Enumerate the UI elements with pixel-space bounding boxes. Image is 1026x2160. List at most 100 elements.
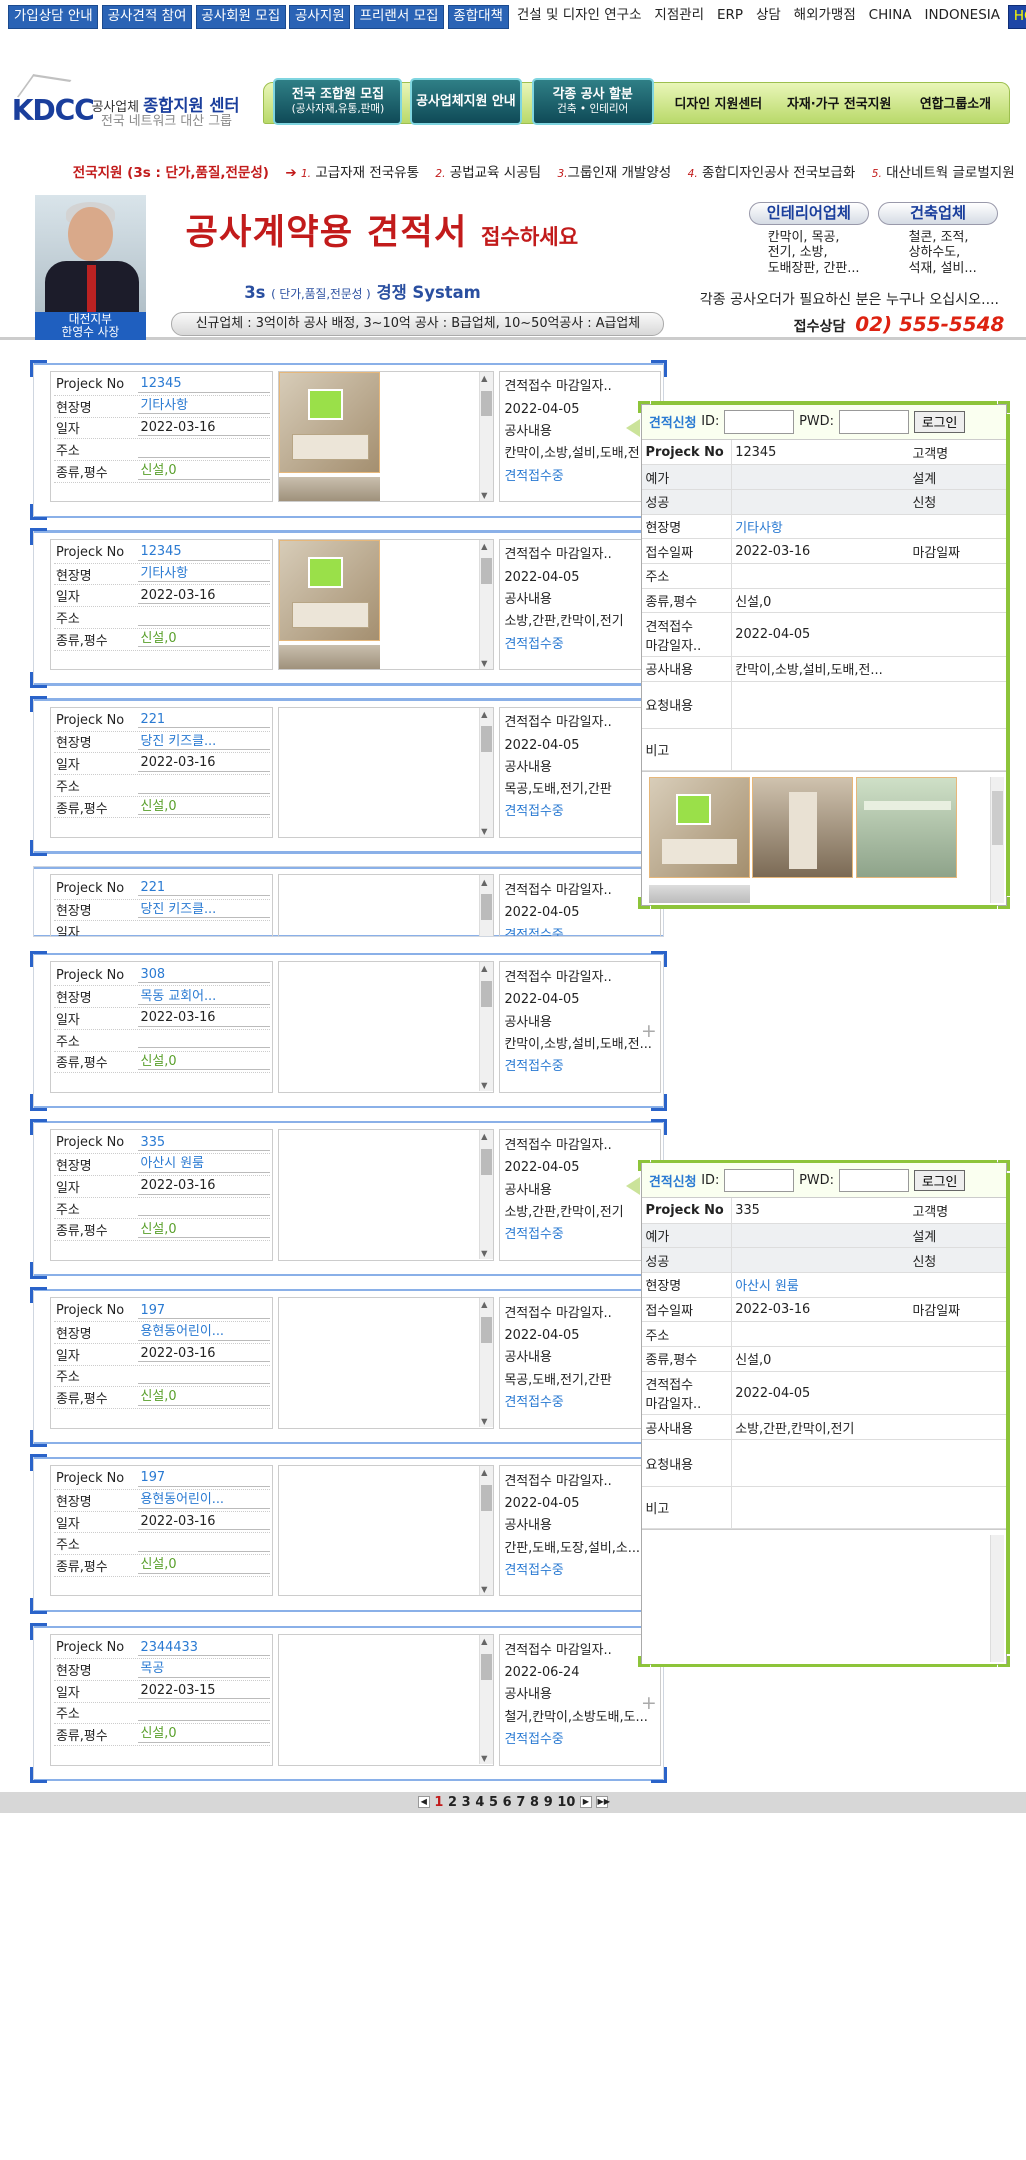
consult-phone[interactable]: 접수상담 02) 555-5548 <box>794 312 1005 336</box>
status-link[interactable]: 견적접수중 <box>504 1560 655 1582</box>
tab-construction-split[interactable]: 각종 공사 할분 건축 • 인테리어 <box>531 78 654 126</box>
card-gallery[interactable]: ▲▼ <box>278 538 495 671</box>
construction-company-button[interactable]: 건축업체 <box>878 201 998 226</box>
status-link[interactable]: 견적접수중 <box>504 466 655 488</box>
pwd-input[interactable] <box>838 1168 910 1193</box>
gallery-scrollbar[interactable]: ▲▼ <box>478 1298 494 1428</box>
v-site[interactable]: 기타사항 <box>731 514 1007 540</box>
card-gallery[interactable]: ▲▼ <box>278 1129 495 1261</box>
proj-no-value[interactable]: 12345 <box>138 544 270 561</box>
site-value[interactable]: 목동 교회어... <box>138 989 270 1005</box>
support-item-5[interactable]: 5. 대산네트웍 글로벌지원 <box>872 161 1015 181</box>
nav-freelancer[interactable]: 프리랜서 모집 <box>353 4 445 29</box>
estimate-apply-label[interactable]: 견적신청 <box>649 412 697 431</box>
interior-thumbnail[interactable] <box>279 539 380 641</box>
gallery-scrollbar[interactable]: ▲▼ <box>478 707 494 837</box>
pwd-input[interactable] <box>838 410 910 434</box>
popup-gallery[interactable] <box>642 770 1007 910</box>
tab-company-support[interactable]: 공사업체지원 안내 <box>409 78 523 126</box>
estimate-card[interactable]: Projeck No 197 현장명 용현동어린이... 일자 2022-03-16 … <box>30 1286 667 1447</box>
nav-erp[interactable]: ERP <box>712 5 747 29</box>
card-gallery[interactable]: ▲▼ <box>278 370 495 503</box>
site-value[interactable]: 목공 <box>138 1661 270 1678</box>
estimate-card[interactable]: Projeck No 197 현장명 용현동어린이... 일자 2022-03-16 … <box>30 1454 667 1615</box>
status-link[interactable]: 견적접수중 <box>504 801 655 823</box>
card-gallery[interactable]: ▲▼ <box>278 961 495 1093</box>
interior-image[interactable] <box>752 776 854 878</box>
tab-design-center[interactable]: 디자인 지원센터 <box>663 83 773 125</box>
interior-image[interactable] <box>855 776 957 878</box>
estimate-card[interactable]: Projeck No 12345 현장명 기타사항 일자 2022-03-16 주소 … <box>30 360 667 521</box>
estimate-card[interactable]: Projeck No 12345 현장명 기타사항 일자 2022-03-16 주소 … <box>30 528 667 689</box>
site-value[interactable]: 당진 키즈클... <box>138 902 270 919</box>
first-page-icon[interactable]: ◀ <box>417 1796 430 1808</box>
nav-measures[interactable]: 종합대책 <box>447 4 509 29</box>
nav-support[interactable]: 공사지원 <box>289 4 351 29</box>
page-number[interactable]: 2 <box>448 1795 457 1810</box>
interior-thumbnail[interactable] <box>279 645 380 670</box>
card-gallery[interactable]: ▲▼ <box>278 1634 495 1766</box>
site-value[interactable]: 용현동어린이... <box>138 1324 270 1341</box>
page-number[interactable]: 9 <box>544 1795 553 1810</box>
nav-home[interactable]: HOME <box>1008 4 1026 29</box>
site-value[interactable]: 기타사항 <box>138 566 270 583</box>
support-item-3[interactable]: 3.그룹인재 개발양성 <box>557 161 671 181</box>
estimate-card[interactable]: Projeck No 2344433 현장명 목공 일자 2022-03-15 주소 … <box>30 1623 667 1784</box>
site-value[interactable]: 아산시 원룸 <box>138 1156 270 1173</box>
interior-company-button[interactable]: 인테리어업체 <box>749 201 869 226</box>
page-number[interactable]: 7 <box>516 1795 525 1810</box>
card-gallery[interactable]: ▲▼ <box>278 1297 495 1429</box>
site-value[interactable]: 기타사항 <box>138 398 270 415</box>
nav-consult[interactable]: 상담 <box>751 5 785 29</box>
popup-gallery-scrollbar[interactable] <box>989 1535 1004 1662</box>
id-input[interactable] <box>724 1168 795 1193</box>
status-link[interactable]: 견적접수중 <box>504 634 655 656</box>
gallery-scrollbar[interactable]: ▲▼ <box>478 539 494 669</box>
status-link[interactable]: 견적접수중 <box>504 925 655 936</box>
status-link[interactable]: 견적접수중 <box>504 1056 655 1078</box>
status-link[interactable]: 견적접수중 <box>504 1392 655 1414</box>
status-link[interactable]: 견적접수중 <box>504 1224 655 1246</box>
support-item-1[interactable]: ➔ 1. 고급자재 전국유통 <box>285 161 419 181</box>
site-value[interactable]: 당진 키즈클... <box>138 734 270 751</box>
expand-plus-icon[interactable]: + <box>641 1021 657 1042</box>
estimate-card[interactable]: Projeck No 335 현장명 아산시 원룸 일자 2022-03-16 주소 … <box>30 1118 667 1279</box>
gallery-scrollbar[interactable]: ▲▼ <box>478 1465 494 1596</box>
proj-no-value[interactable]: 2344433 <box>138 1640 270 1656</box>
nav-member-recruit[interactable]: 공사회원 모집 <box>195 4 286 29</box>
expand-plus-icon[interactable]: + <box>641 1693 657 1714</box>
estimate-apply-label[interactable]: 견적신청 <box>649 1171 697 1190</box>
gallery-scrollbar[interactable]: ▲▼ <box>478 962 494 1092</box>
page-number[interactable]: 3 <box>462 1795 471 1810</box>
page-number[interactable]: 10 <box>557 1795 575 1810</box>
proj-no-value[interactable]: 197 <box>138 1303 270 1319</box>
last-page-icon[interactable]: ▶▶ <box>596 1796 610 1808</box>
nav-signup-guide[interactable]: 가입상담 안내 <box>8 4 99 29</box>
gallery-scrollbar[interactable]: ▲▼ <box>478 371 494 501</box>
login-button[interactable]: 로그인 <box>913 1169 966 1191</box>
nav-indonesia[interactable]: INDONESIA <box>920 5 1005 29</box>
proj-no-value[interactable]: 335 <box>138 1135 270 1152</box>
tab-union-recruit[interactable]: 전국 조합원 모집 (공사자재,유통,판매) <box>273 78 403 126</box>
login-button[interactable]: 로그인 <box>913 411 966 433</box>
proj-no-value[interactable]: 308 <box>138 967 270 984</box>
estimate-card[interactable]: Projeck No221 현장명당진 키즈클... 일자 주소 종류,평수 ▲… <box>32 866 665 937</box>
nav-research-lab[interactable]: 건설 및 디자인 연구소 <box>512 5 646 29</box>
status-link[interactable]: 견적접수중 <box>504 1729 655 1751</box>
tab-group-intro[interactable]: 연합그룹소개 <box>905 83 1006 125</box>
support-item-2[interactable]: 2. 공법교육 시공팀 <box>435 161 541 181</box>
page-number[interactable]: 8 <box>530 1795 539 1810</box>
nav-overseas[interactable]: 해외가맹점 <box>789 5 860 29</box>
proj-no-value[interactable]: 221 <box>138 880 270 897</box>
nav-bid-participation[interactable]: 공사견적 참여 <box>101 4 193 29</box>
page-number[interactable]: 6 <box>503 1795 512 1810</box>
site-logo[interactable]: KDCC 공사업체 종합지원 센터 전국 네트워크 대산 그룹 <box>9 74 256 136</box>
page-number[interactable]: 1 <box>434 1795 443 1810</box>
proj-no-value[interactable]: 12345 <box>138 376 270 393</box>
nav-china[interactable]: CHINA <box>864 5 916 29</box>
proj-no-value[interactable]: 197 <box>138 1470 270 1487</box>
popup-gallery[interactable] <box>642 1529 1007 1668</box>
gallery-scrollbar[interactable]: ▲▼ <box>478 1635 494 1765</box>
next-page-icon[interactable]: ▶ <box>580 1796 592 1808</box>
proj-no-value[interactable]: 221 <box>138 712 270 729</box>
